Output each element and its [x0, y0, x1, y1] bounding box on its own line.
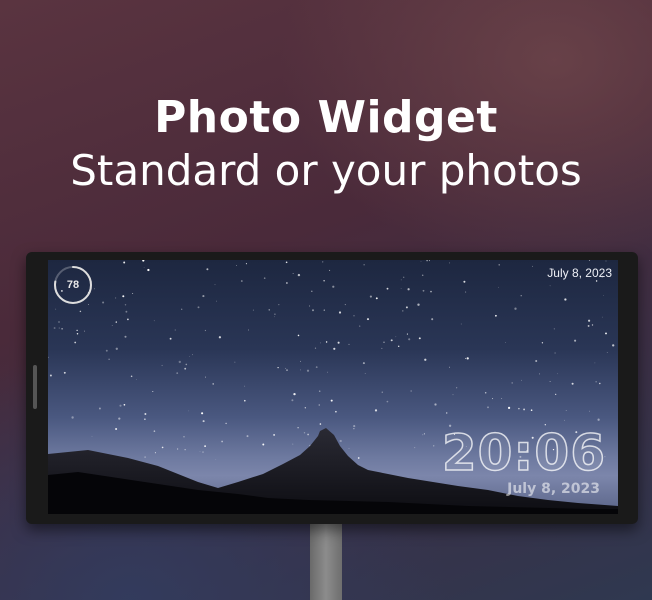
- top-date: July 8, 2023: [547, 266, 612, 280]
- battery-level: 78: [66, 279, 80, 291]
- widget-screen: 78 July 8, 2023 20:06 July 8, 2023: [48, 260, 618, 514]
- device-side-button: [33, 365, 37, 409]
- promo-subtitle: Standard or your photos: [70, 146, 582, 195]
- clock-date: July 8, 2023: [507, 481, 600, 497]
- clock-time: 20:06: [441, 423, 606, 483]
- promo-title: Photo Widget: [154, 92, 498, 143]
- device-stand: [310, 520, 342, 600]
